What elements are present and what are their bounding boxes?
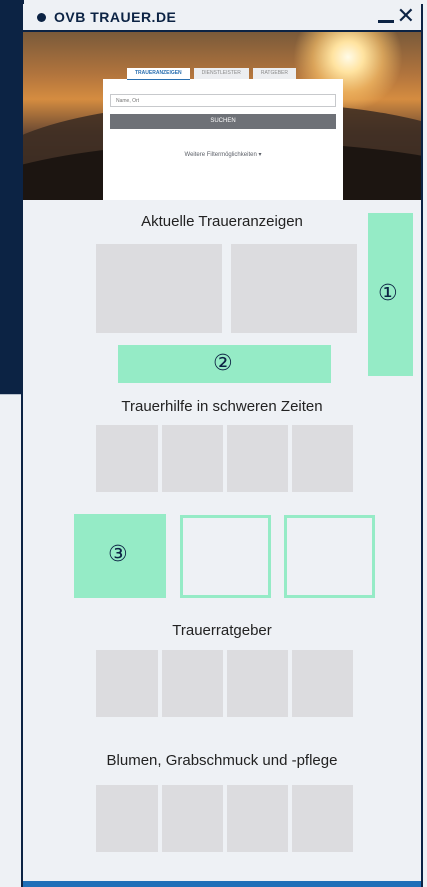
section-title-help: Trauerhilfe in schweren Zeiten	[121, 398, 323, 415]
window-controls: ✕	[377, 5, 415, 27]
marker-1: ①	[378, 281, 398, 306]
footer-bar	[23, 881, 421, 887]
flowers-card[interactable]	[96, 785, 158, 852]
search-input[interactable]	[110, 94, 336, 107]
guide-card[interactable]	[227, 650, 288, 717]
close-icon[interactable]: ✕	[397, 5, 415, 27]
highlight-outline	[180, 515, 271, 598]
tab-traueranzeigen[interactable]: TRAUERANZEIGEN	[127, 68, 190, 80]
minimize-icon[interactable]	[377, 5, 395, 27]
section-title-obituaries: Aktuelle Traueranzeigen	[141, 213, 303, 230]
hero-banner: TRAUERANZEIGEN DIENSTLEISTER RATGEBER SU…	[23, 32, 421, 200]
help-card[interactable]	[96, 425, 158, 492]
highlight-outline	[284, 515, 375, 598]
marker-2: ②	[213, 351, 233, 376]
section-title-guide: Trauerratgeber	[172, 622, 272, 639]
app-window: OVB TRAUER.DE ✕ TRAUERANZEIGEN DIENSTLEI…	[21, 4, 423, 887]
search-card: TRAUERANZEIGEN DIENSTLEISTER RATGEBER SU…	[103, 68, 343, 200]
help-card[interactable]	[162, 425, 223, 492]
flowers-card[interactable]	[292, 785, 353, 852]
window-title: OVB TRAUER.DE	[54, 9, 177, 25]
obituary-card[interactable]	[96, 244, 222, 333]
status-dot-icon	[37, 12, 46, 22]
more-filters-link[interactable]: Weitere Filtermöglichkeiten ▾	[103, 151, 343, 158]
guide-card[interactable]	[96, 650, 158, 717]
guide-card[interactable]	[162, 650, 223, 717]
flowers-card[interactable]	[227, 785, 288, 852]
tab-dienstleister[interactable]: DIENSTLEISTER	[193, 68, 249, 79]
guide-card[interactable]	[292, 650, 353, 717]
tab-ratgeber[interactable]: RATGEBER	[252, 68, 296, 79]
marker-3: ③	[108, 542, 128, 567]
title-bar: OVB TRAUER.DE ✕	[23, 4, 421, 32]
search-tabs: TRAUERANZEIGEN DIENSTLEISTER RATGEBER	[127, 68, 296, 80]
section-title-flowers: Blumen, Grabschmuck und -pflege	[106, 752, 338, 769]
search-button[interactable]: SUCHEN	[110, 114, 336, 129]
help-card[interactable]	[292, 425, 353, 492]
help-card[interactable]	[227, 425, 288, 492]
flowers-card[interactable]	[162, 785, 223, 852]
obituary-card[interactable]	[231, 244, 357, 333]
